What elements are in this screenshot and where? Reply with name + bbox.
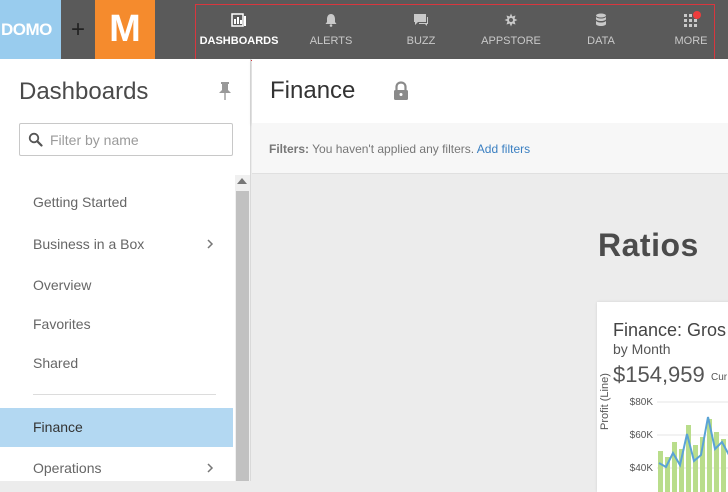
- sidebar-item-label: Finance: [33, 419, 83, 435]
- top-navigation-bar: DOMO + M DASHBOARDS ALERTS BUZZ APPSTORE…: [0, 0, 728, 61]
- dashboards-icon: [231, 13, 246, 27]
- sidebar-item-label: Operations: [33, 460, 102, 476]
- sidebar-item-label: Favorites: [33, 316, 91, 332]
- section-title: Ratios: [598, 227, 699, 263]
- nav-dashboards[interactable]: DASHBOARDS: [196, 5, 282, 59]
- bell-icon: [325, 14, 337, 27]
- nav-dashboards-label: DASHBOARDS: [199, 35, 279, 47]
- add-filters-link[interactable]: Add filters: [477, 142, 530, 156]
- nav-alerts[interactable]: ALERTS: [288, 5, 374, 59]
- page-header: Finance: [252, 59, 728, 123]
- database-icon: [596, 13, 606, 26]
- nav-buzz[interactable]: BUZZ: [378, 5, 464, 59]
- filter-by-name-field[interactable]: [19, 123, 233, 156]
- dashboards-sidebar: Dashboards Getting Started Business in a…: [0, 59, 251, 481]
- sidebar-item-label: Shared: [33, 355, 79, 371]
- chart-bar: [714, 432, 719, 492]
- nav-alerts-label: ALERTS: [309, 35, 353, 47]
- sidebar-item-business-in-a-box[interactable]: Business in a Box: [0, 225, 233, 263]
- appstore-icon: [504, 13, 518, 27]
- dashboard-content: Ratios Finance: Gros by Month $154,959 C…: [252, 175, 728, 492]
- notification-badge: [693, 11, 701, 19]
- card-summary-suffix: Cur: [711, 372, 728, 383]
- filters-label: Filters:: [269, 142, 310, 156]
- customer-logo[interactable]: M: [95, 0, 155, 59]
- sidebar-item-label: Overview: [33, 277, 92, 293]
- lock-icon[interactable]: [392, 81, 410, 101]
- pin-icon[interactable]: [218, 81, 232, 101]
- chart-bar: [658, 451, 663, 492]
- chart-bar: [672, 442, 677, 492]
- domo-logo[interactable]: DOMO: [0, 0, 61, 59]
- nav-more-label: MORE: [674, 35, 708, 47]
- main-nav: DASHBOARDS ALERTS BUZZ APPSTORE DATA MOR…: [195, 4, 715, 61]
- nav-data-label: DATA: [587, 35, 615, 47]
- sidebar-item-overview[interactable]: Overview: [0, 266, 233, 304]
- y-tick-label: $80K: [629, 397, 653, 408]
- sidebar-scrollbar-thumb[interactable]: [236, 191, 249, 481]
- filters-status-text: You haven't applied any filters.: [312, 142, 475, 156]
- sidebar-item-favorites[interactable]: Favorites: [0, 305, 233, 343]
- plus-separator: +: [70, 16, 85, 43]
- nav-appstore-label: APPSTORE: [481, 35, 541, 47]
- nav-data[interactable]: DATA: [558, 5, 644, 59]
- nav-appstore[interactable]: APPSTORE: [468, 5, 554, 59]
- filter-input[interactable]: [50, 130, 228, 150]
- chevron-right-icon[interactable]: [206, 463, 214, 473]
- chart-bar: [693, 445, 698, 492]
- chat-icon: [414, 14, 428, 26]
- nav-buzz-label: BUZZ: [406, 35, 436, 47]
- sidebar-item-getting-started[interactable]: Getting Started: [0, 183, 233, 221]
- card-chart[interactable]: [657, 397, 728, 492]
- filters-bar: Filters: You haven't applied any filters…: [252, 123, 728, 174]
- page-title: Finance: [270, 77, 356, 104]
- card-summary-value: $154,959: [613, 362, 705, 387]
- card-subtitle: by Month: [613, 341, 671, 357]
- sidebar-item-operations[interactable]: Operations: [0, 449, 233, 487]
- card-title[interactable]: Finance: Gros: [613, 320, 726, 341]
- sidebar-title: Dashboards: [19, 78, 149, 105]
- search-icon: [28, 132, 43, 147]
- sidebar-item-label: Business in a Box: [33, 236, 145, 252]
- sidebar-item-shared[interactable]: Shared: [0, 344, 233, 382]
- nav-more[interactable]: MORE: [648, 5, 728, 59]
- sidebar-divider: [33, 394, 216, 395]
- finance-card[interactable]: Finance: Gros by Month $154,959 Cur $80K…: [597, 302, 728, 492]
- y-axis-label: Profit (Line): [599, 373, 611, 430]
- y-tick-label: $60K: [629, 430, 653, 441]
- y-tick-label: $40K: [629, 463, 653, 474]
- sidebar-item-finance[interactable]: Finance: [0, 408, 233, 447]
- chevron-right-icon[interactable]: [206, 239, 214, 249]
- sidebar-item-label: Getting Started: [33, 194, 128, 210]
- scroll-up-arrow-icon[interactable]: [237, 178, 247, 184]
